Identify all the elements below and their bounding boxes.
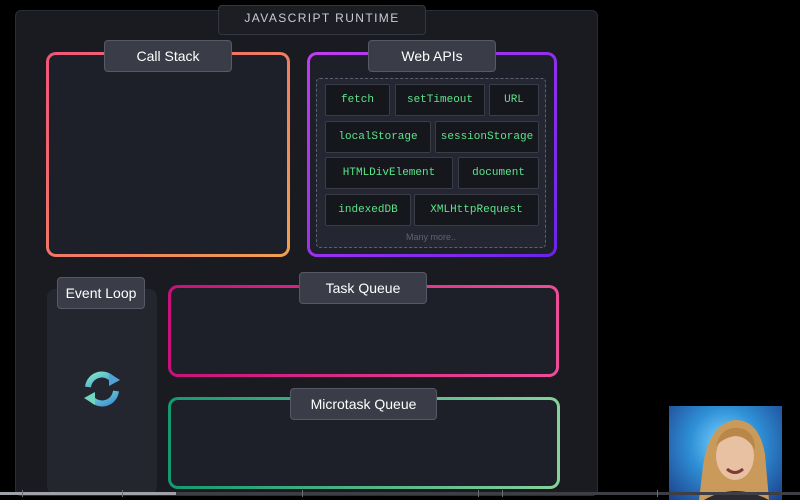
- video-progress-bar[interactable]: [0, 489, 800, 500]
- microtask-queue-label: Microtask Queue: [290, 388, 437, 420]
- api-chip-settimeout: setTimeout: [395, 84, 485, 116]
- api-chip-localstorage: localStorage: [325, 121, 431, 153]
- api-chip-fetch: fetch: [325, 84, 390, 116]
- task-queue-label: Task Queue: [299, 272, 427, 304]
- web-apis-grid: fetch setTimeout URL localStorage sessio…: [316, 78, 546, 248]
- chapter-marker: [657, 490, 658, 497]
- runtime-title: JAVASCRIPT RUNTIME: [218, 5, 426, 35]
- api-chip-xmlhttprequest: XMLHttpRequest: [414, 194, 539, 226]
- call-stack-label: Call Stack: [104, 40, 232, 72]
- event-loop-label: Event Loop: [57, 277, 145, 309]
- chapter-marker: [478, 490, 479, 497]
- call-stack-panel: [46, 52, 290, 257]
- api-chip-document: document: [458, 157, 539, 189]
- webcam-overlay: [669, 406, 782, 500]
- chapter-marker: [302, 490, 303, 497]
- chapter-marker: [22, 490, 23, 497]
- api-chip-sessionstorage: sessionStorage: [435, 121, 539, 153]
- api-chip-indexeddb: indexedDB: [325, 194, 411, 226]
- web-apis-label: Web APIs: [368, 40, 496, 72]
- api-chip-htmldivelement: HTMLDivElement: [325, 157, 453, 189]
- api-chip-url: URL: [489, 84, 539, 116]
- chapter-marker: [502, 490, 503, 497]
- chapter-marker: [122, 490, 123, 497]
- progress-fill: [0, 492, 176, 495]
- many-more-note: Many more..: [405, 232, 456, 242]
- refresh-icon: [84, 371, 120, 407]
